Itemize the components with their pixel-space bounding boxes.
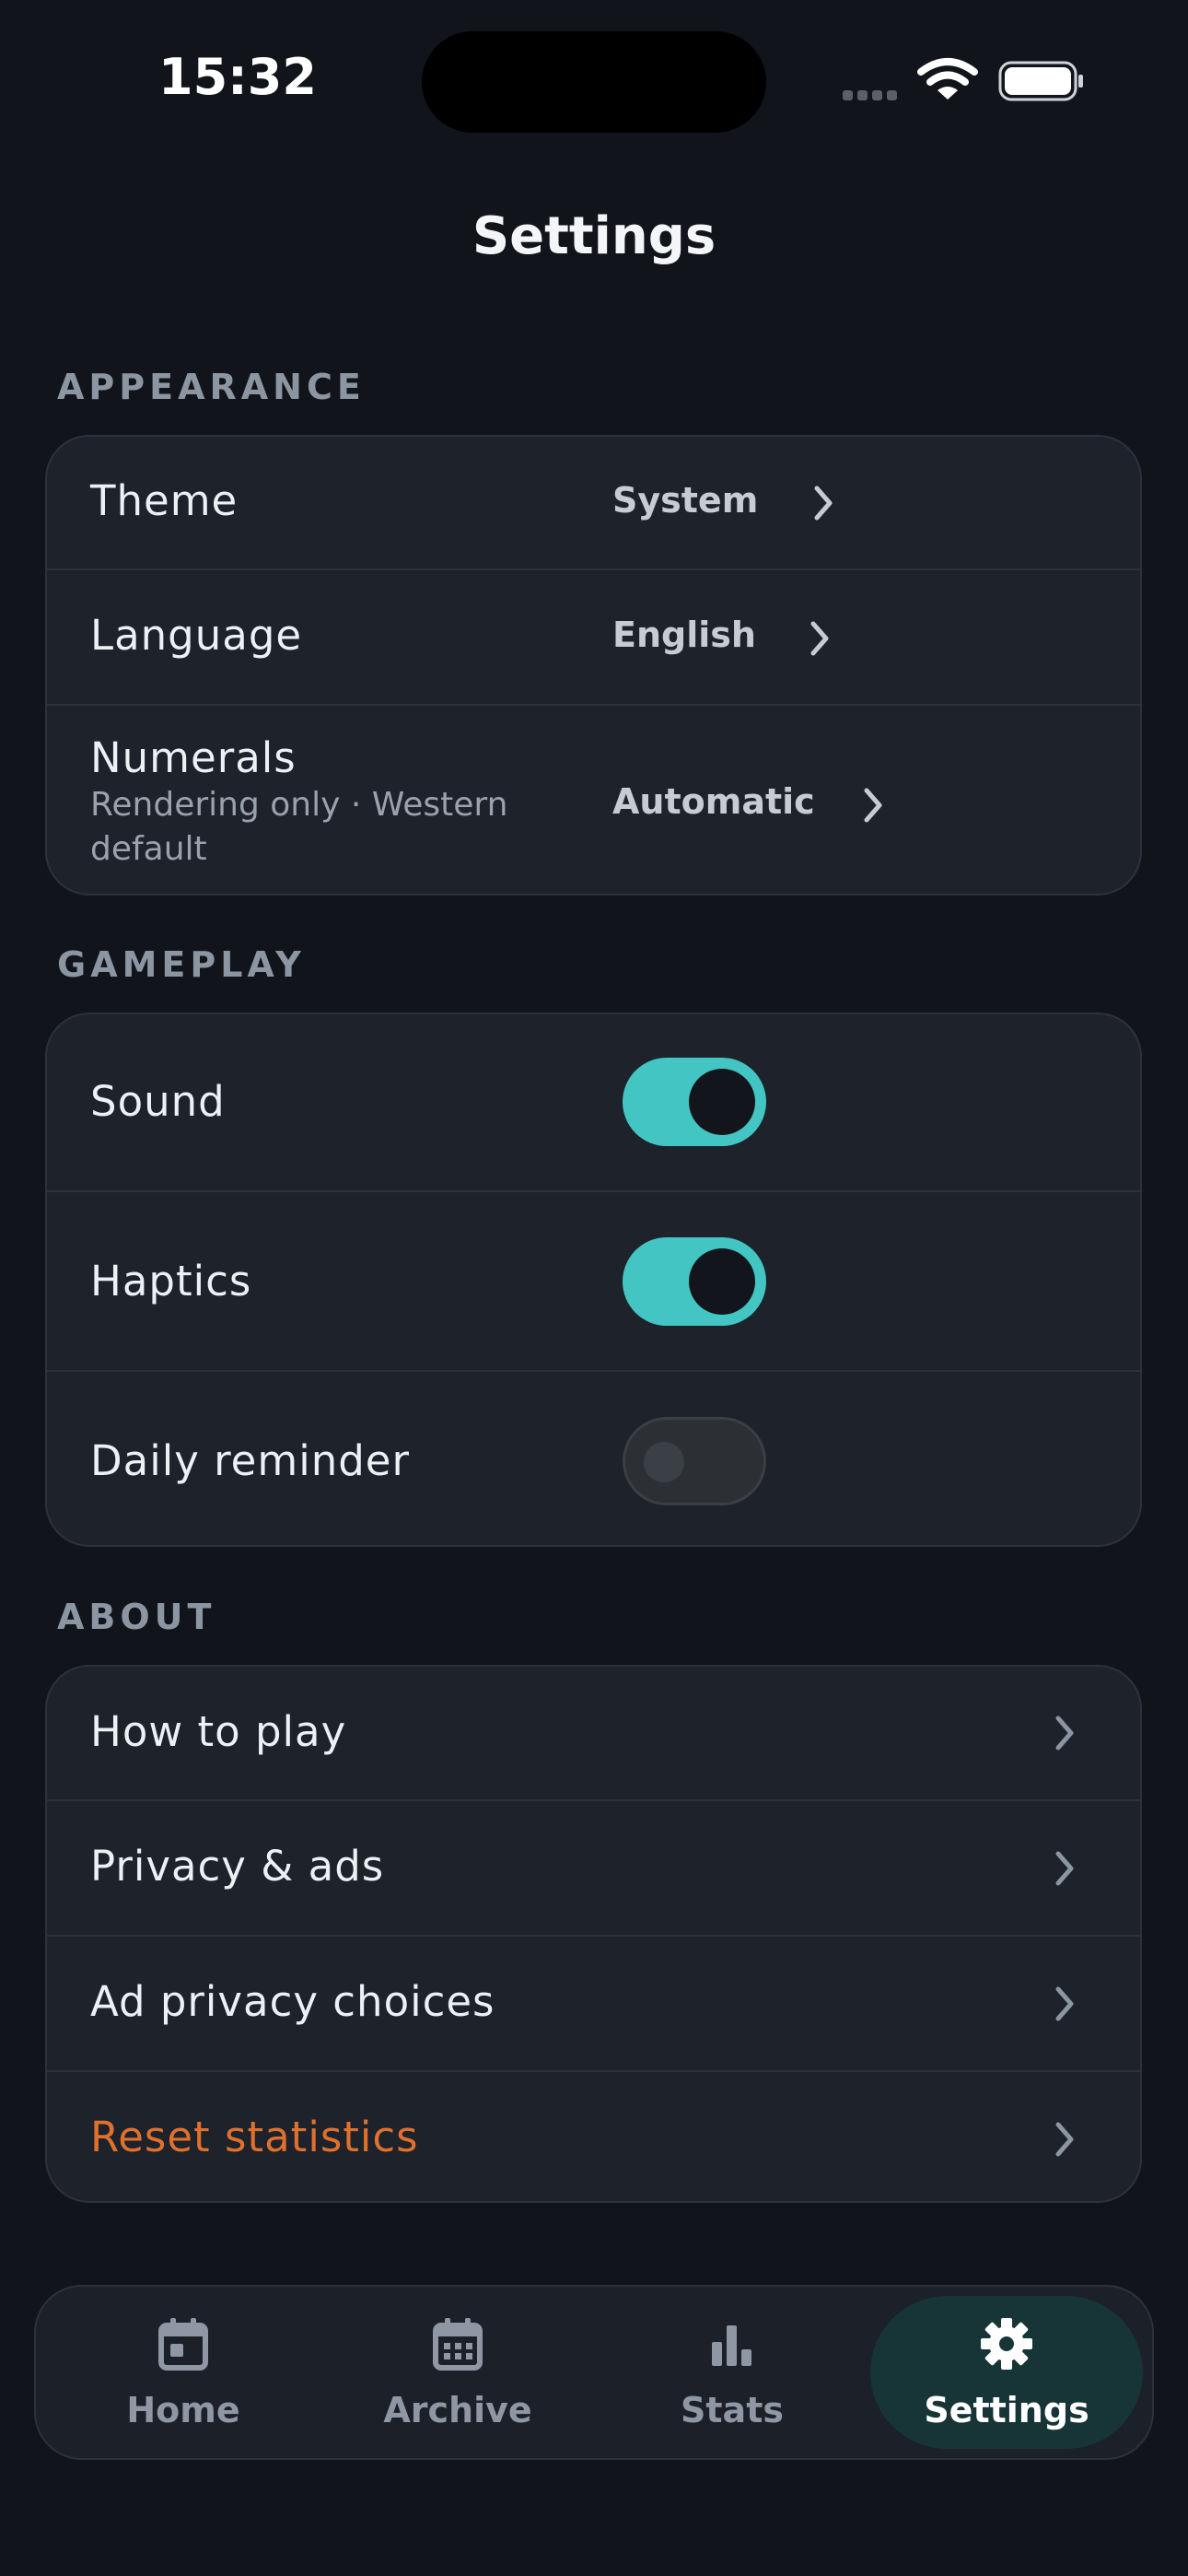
chevron-right-icon <box>1055 1851 1074 1886</box>
page-title: Settings <box>472 206 716 266</box>
chevron-right-icon <box>1055 2122 1074 2157</box>
tab-label: Settings <box>924 2390 1089 2430</box>
row-label-danger: Reset statistics <box>90 2113 419 2161</box>
wifi-icon <box>917 58 978 100</box>
row-sublabel: Rendering only · Western default <box>90 786 508 868</box>
toggle-knob <box>689 1069 755 1135</box>
status-time: 15:32 <box>158 48 317 106</box>
section-label-about: ABOUT <box>57 1597 216 1637</box>
row-privacy-ads[interactable]: Privacy & ads <box>47 1801 1140 1937</box>
tab-archive[interactable]: Archive <box>321 2296 594 2449</box>
row-label: Haptics <box>90 1257 252 1306</box>
calendar-icon <box>158 2318 208 2371</box>
row-value: English <box>612 615 756 655</box>
row-sound: Sound <box>47 1014 1140 1192</box>
row-how-to-play[interactable]: How to play <box>47 1667 1140 1801</box>
tab-settings[interactable]: Settings <box>870 2296 1143 2449</box>
row-daily-reminder: Daily reminder <box>47 1372 1140 1545</box>
section-label-gameplay: GAMEPLAY <box>57 944 306 985</box>
chevron-right-icon <box>1055 1986 1074 2021</box>
battery-full-icon <box>998 61 1083 101</box>
sound-toggle[interactable] <box>623 1058 766 1146</box>
cellular-signal-icon <box>843 87 902 104</box>
bar-chart-icon <box>712 2325 751 2366</box>
about-card: How to play Privacy & ads Ad privacy cho… <box>45 1665 1142 2203</box>
row-ad-privacy-choices[interactable]: Ad privacy choices <box>47 1937 1140 2072</box>
tab-label: Archive <box>383 2390 532 2430</box>
row-theme[interactable]: Theme System <box>47 437 1140 570</box>
gear-icon <box>981 2318 1032 2370</box>
row-numerals[interactable]: Numerals Rendering only · Western defaul… <box>47 706 1140 894</box>
row-label: Sound <box>90 1077 226 1126</box>
toggle-knob <box>644 1442 684 1482</box>
haptics-toggle[interactable] <box>623 1237 766 1326</box>
row-value: System <box>612 480 759 521</box>
row-label: Numerals <box>90 733 297 782</box>
row-value: Automatic <box>612 781 815 822</box>
chevron-right-icon <box>864 788 882 823</box>
calendar-grid-icon <box>433 2318 483 2371</box>
gameplay-card: Sound Haptics Daily reminder <box>45 1013 1142 1547</box>
chevron-right-icon <box>1055 1715 1074 1751</box>
row-reset-statistics[interactable]: Reset statistics <box>47 2072 1140 2201</box>
tab-stats[interactable]: Stats <box>596 2296 868 2449</box>
tab-label: Home <box>126 2390 240 2430</box>
status-bar: 15:32 <box>0 0 1188 166</box>
row-label: How to play <box>90 1707 347 1756</box>
row-label: Daily reminder <box>90 1436 410 1485</box>
row-haptics: Haptics <box>47 1192 1140 1372</box>
chevron-right-icon <box>810 621 829 656</box>
row-label: Ad privacy choices <box>90 1977 495 2026</box>
tab-home[interactable]: Home <box>47 2296 320 2449</box>
chevron-right-icon <box>814 486 833 521</box>
toggle-knob <box>689 1248 755 1315</box>
row-label: Privacy & ads <box>90 1842 385 1891</box>
appearance-card: Theme System Language English Numerals R… <box>45 435 1142 896</box>
tab-bar: Home Archive Stats Settings <box>34 2285 1154 2460</box>
row-language[interactable]: Language English <box>47 570 1140 706</box>
daily-reminder-toggle[interactable] <box>623 1417 766 1505</box>
section-label-appearance: APPEARANCE <box>57 367 366 407</box>
row-label: Language <box>90 611 303 660</box>
tab-label: Stats <box>681 2390 784 2430</box>
dynamic-island <box>422 31 766 133</box>
row-label: Theme <box>90 476 239 525</box>
